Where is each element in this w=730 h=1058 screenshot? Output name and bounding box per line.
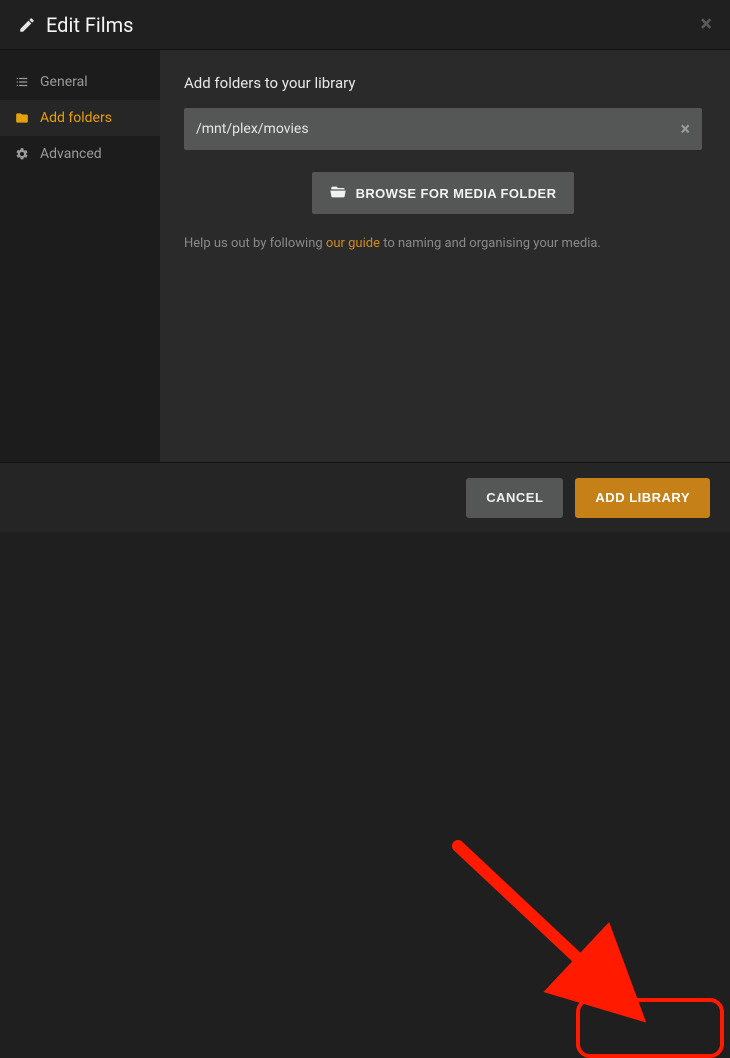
sidebar-item-label: General (40, 74, 88, 90)
arrow-icon (450, 838, 670, 1028)
content-panel: Add folders to your library /mnt/plex/mo… (160, 50, 730, 462)
sidebar: General Add folders Advanced (0, 50, 160, 462)
folder-open-icon (330, 184, 346, 203)
sidebar-item-advanced[interactable]: Advanced (0, 136, 160, 172)
help-prefix: Help us out by following (184, 236, 326, 251)
folder-icon (14, 111, 30, 125)
sidebar-item-label: Add folders (40, 110, 112, 126)
sidebar-item-add-folders[interactable]: Add folders (0, 100, 160, 136)
highlight-box (576, 998, 724, 1058)
browse-button-label: BROWSE FOR MEDIA FOLDER (356, 186, 557, 201)
help-text: Help us out by following our guide to na… (184, 236, 702, 251)
list-icon (14, 75, 30, 89)
folder-path-row: /mnt/plex/movies × (184, 108, 702, 150)
edit-icon (18, 16, 36, 34)
browse-row: BROWSE FOR MEDIA FOLDER (184, 172, 702, 214)
close-button[interactable]: × (700, 12, 712, 37)
modal-title: Edit Films (46, 13, 700, 37)
modal-header: Edit Films × (0, 0, 730, 50)
help-guide-link[interactable]: our guide (326, 236, 380, 251)
gear-icon (14, 147, 30, 161)
help-suffix: to naming and organising your media. (380, 236, 601, 251)
browse-media-folder-button[interactable]: BROWSE FOR MEDIA FOLDER (312, 172, 575, 214)
folder-path-text: /mnt/plex/movies (196, 121, 680, 137)
edit-library-modal: Edit Films × General Add folders Adva (0, 0, 730, 532)
content-heading: Add folders to your library (184, 74, 702, 92)
modal-body: General Add folders Advanced Add folders… (0, 50, 730, 462)
modal-footer: CANCEL ADD LIBRARY (0, 462, 730, 532)
sidebar-item-label: Advanced (40, 146, 102, 162)
cancel-button[interactable]: CANCEL (466, 478, 563, 518)
remove-folder-button[interactable]: × (680, 119, 690, 140)
add-library-button[interactable]: ADD LIBRARY (575, 478, 710, 518)
sidebar-item-general[interactable]: General (0, 64, 160, 100)
